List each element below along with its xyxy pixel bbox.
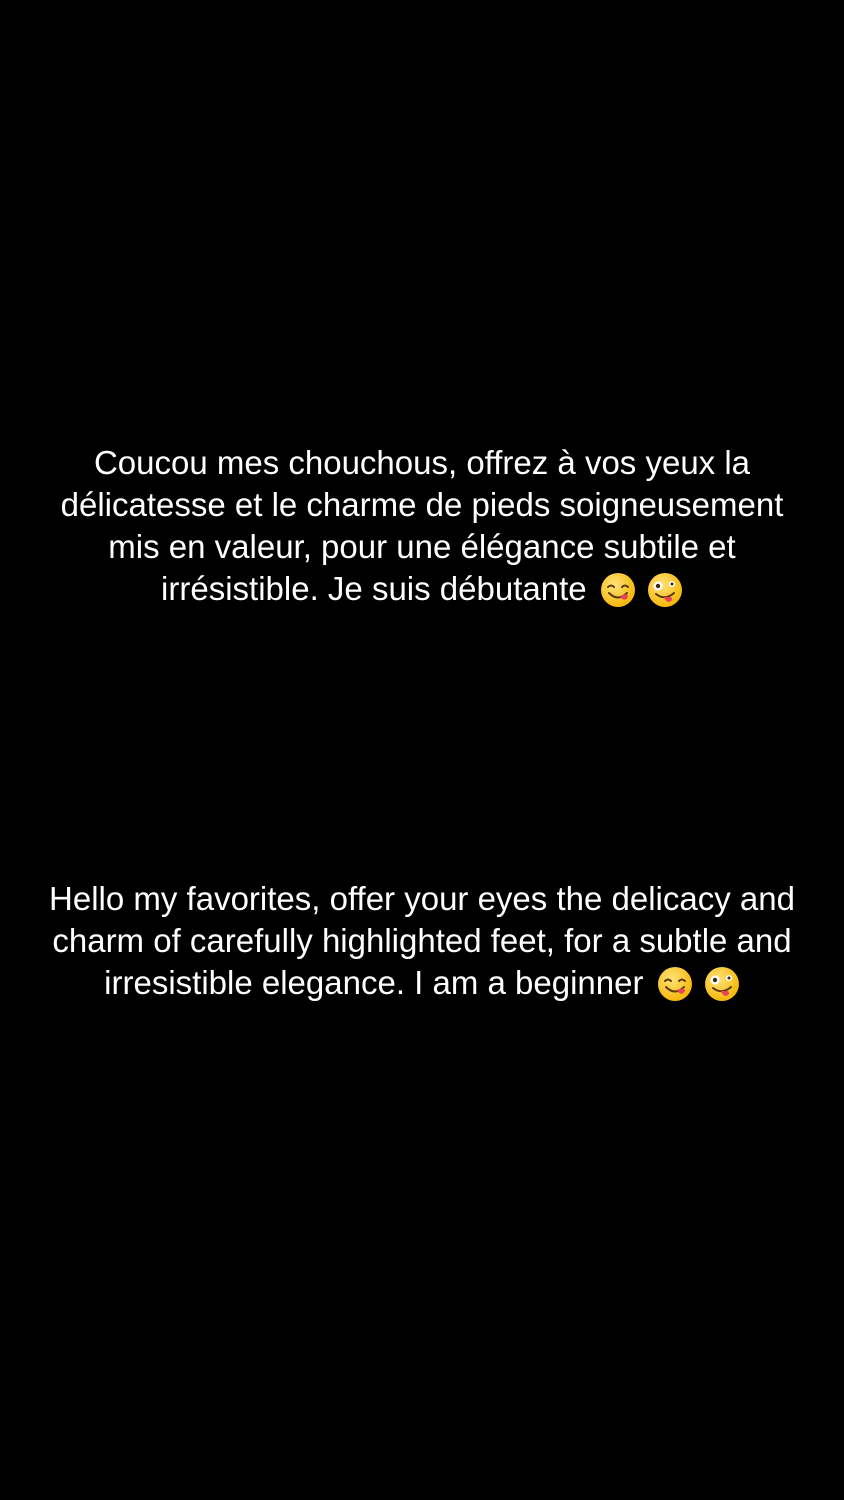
- zany-face-icon: [704, 967, 739, 1001]
- french-caption: Coucou mes chouchous, offrez à vos yeux …: [0, 442, 844, 610]
- zany-face-icon: [647, 573, 682, 607]
- face-savoring-food-icon: [600, 573, 635, 607]
- english-caption: Hello my favorites, offer your eyes the …: [0, 878, 844, 1004]
- face-savoring-food-icon: [657, 967, 692, 1001]
